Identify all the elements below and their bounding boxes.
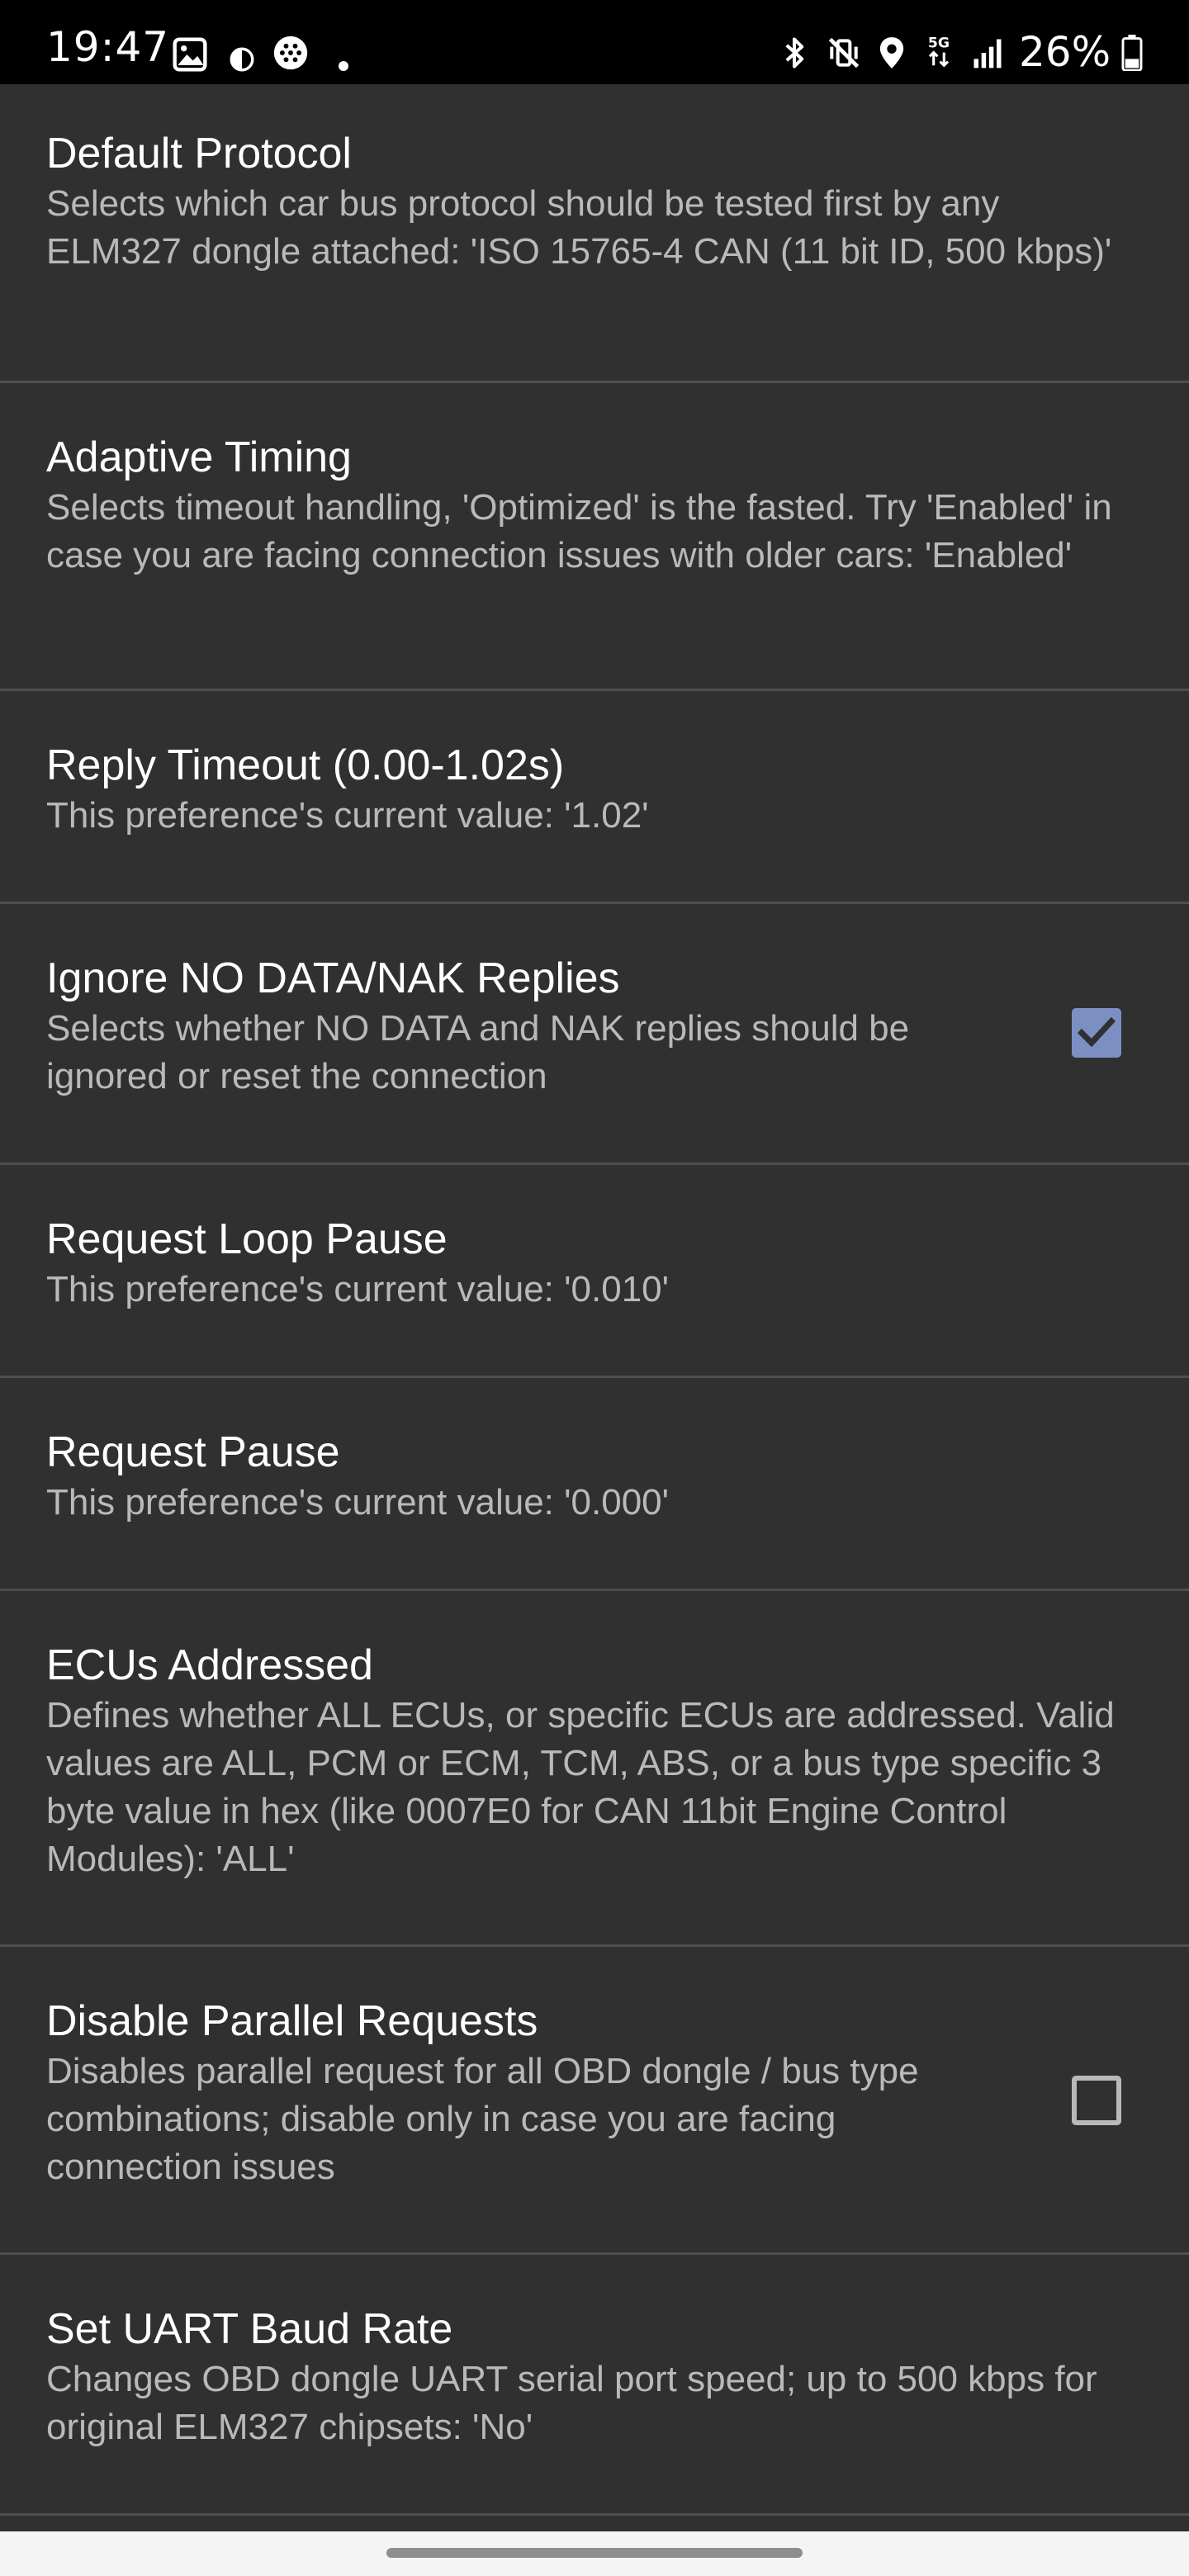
- pref-ignore-no-data[interactable]: Ignore NO DATA/NAK Replies Selects wheth…: [0, 904, 1189, 1165]
- ignore-no-data-checkbox[interactable]: [1072, 1008, 1121, 1058]
- navigation-bar: [0, 2531, 1189, 2576]
- svg-text:5G: 5G: [928, 35, 950, 51]
- pref-summary: Defines whether ALL ECUs, or specific EC…: [46, 1695, 1115, 1879]
- pref-title: Default Protocol: [46, 130, 352, 178]
- pref-title: Ignore NO DATA/NAK Replies: [46, 954, 620, 1002]
- pref-default-protocol[interactable]: Default Protocol Selects which car bus p…: [0, 84, 1189, 383]
- disable-parallel-requests-checkbox[interactable]: [1072, 2076, 1121, 2125]
- preference-list: Default Protocol Selects which car bus p…: [0, 84, 1189, 2516]
- settings-screen: 19:47 5G 26% Default Protocol Selects wh…: [0, 0, 1189, 2576]
- 5g-network-icon: 5G: [928, 35, 950, 68]
- checkmark-icon: [1077, 1016, 1116, 1048]
- battery-percent: 26%: [1019, 28, 1111, 76]
- gallery-icon: [173, 37, 207, 72]
- pref-title: Disable Parallel Requests: [46, 1997, 538, 2045]
- pref-request-pause[interactable]: Request Pause This preference's current …: [0, 1378, 1189, 1591]
- signal-icon: [973, 39, 1002, 69]
- pref-set-uart-baud-rate[interactable]: Set UART Baud Rate Changes OBD dongle UA…: [0, 2255, 1189, 2516]
- battery-icon: [1121, 35, 1143, 71]
- pref-summary: Selects timeout handling, 'Optimized' is…: [46, 487, 1112, 575]
- pref-summary: This preference's current value: '0.010': [46, 1269, 670, 1309]
- pref-title: ECUs Addressed: [46, 1641, 373, 1689]
- location-icon: [879, 37, 904, 69]
- status-time: 19:47: [46, 23, 170, 71]
- pref-disable-parallel-requests[interactable]: Disable Parallel Requests Disables paral…: [0, 1947, 1189, 2255]
- status-bar: 19:47 5G 26%: [0, 0, 1189, 84]
- pref-ecus-addressed[interactable]: ECUs Addressed Defines whether ALL ECUs,…: [0, 1591, 1189, 1947]
- pref-summary: Selects whether NO DATA and NAK replies …: [46, 1008, 910, 1096]
- pref-adaptive-timing[interactable]: Adaptive Timing Selects timeout handling…: [0, 383, 1189, 691]
- pref-title: Adaptive Timing: [46, 433, 352, 481]
- app-dots-icon: [273, 36, 308, 70]
- pref-title: Request Loop Pause: [46, 1215, 448, 1263]
- pref-request-loop-pause[interactable]: Request Loop Pause This preference's cur…: [0, 1165, 1189, 1378]
- pref-title: Request Pause: [46, 1428, 340, 1476]
- home-gesture-handle[interactable]: [386, 2548, 803, 2558]
- contrast-icon: [230, 47, 254, 72]
- pref-reply-timeout[interactable]: Reply Timeout (0.00-1.02s) This preferen…: [0, 691, 1189, 904]
- pref-title: Reply Timeout (0.00-1.02s): [46, 741, 565, 789]
- pref-summary: Disables parallel request for all OBD do…: [46, 2051, 919, 2187]
- pref-title: Set UART Baud Rate: [46, 2305, 453, 2353]
- pref-summary: Changes OBD dongle UART serial port spee…: [46, 2359, 1097, 2447]
- vibrate-off-icon: [828, 37, 860, 69]
- pref-summary: This preference's current value: '0.000': [46, 1482, 670, 1522]
- pref-summary: This preference's current value: '1.02': [46, 795, 649, 836]
- pref-summary: Selects which car bus protocol should be…: [46, 183, 1112, 272]
- bluetooth-icon: [785, 37, 804, 69]
- dot-icon: [339, 61, 348, 71]
